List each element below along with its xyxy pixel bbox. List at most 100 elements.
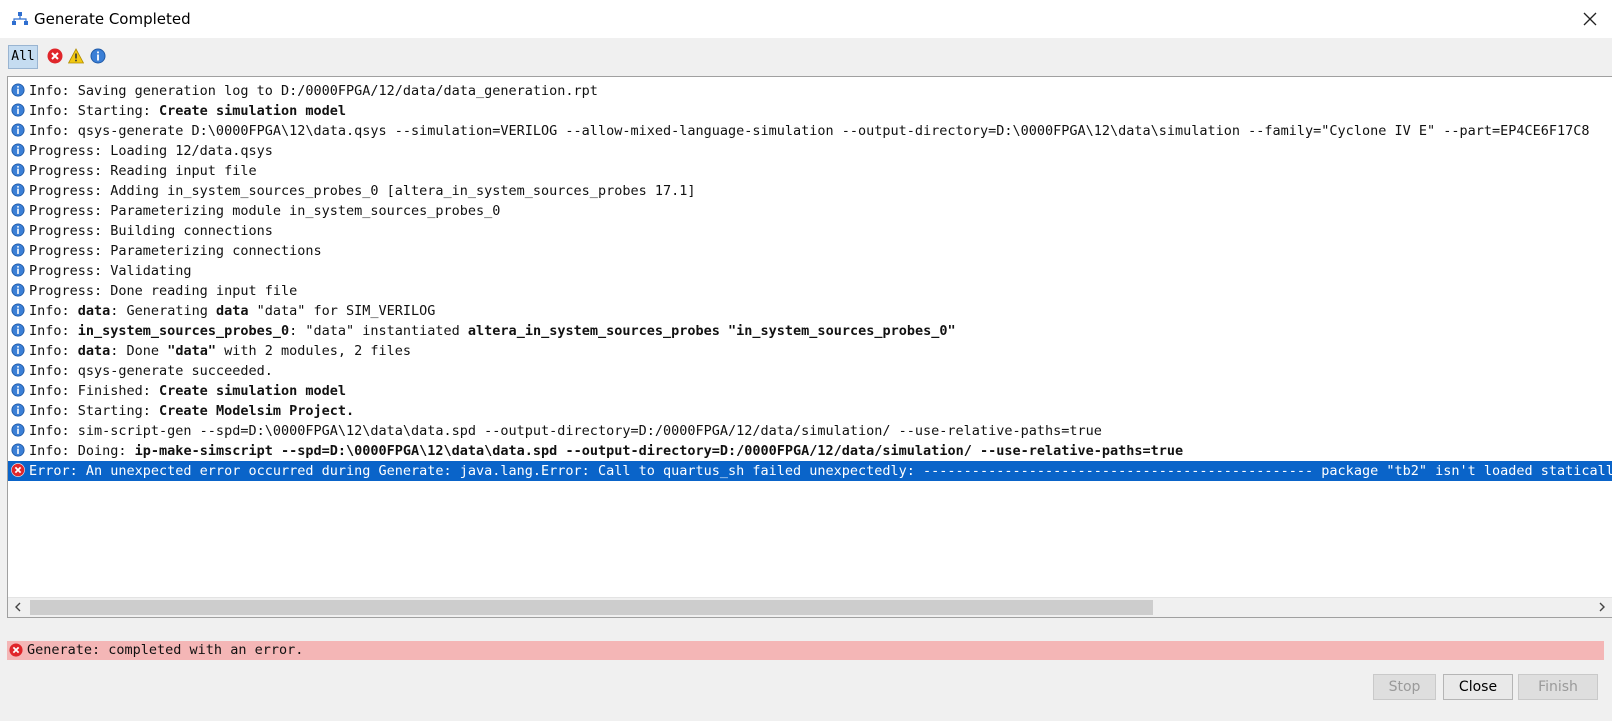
log-text: : "data" instantiated bbox=[289, 323, 468, 339]
info-icon bbox=[11, 303, 25, 317]
log-row[interactable]: Progress: Reading input file bbox=[8, 161, 1612, 181]
log-text: Progress: Reading input file bbox=[29, 163, 257, 179]
log-text: Error: An unexpected error occurred duri… bbox=[29, 463, 1612, 479]
log-row-text: Progress: Done reading input file bbox=[29, 281, 297, 301]
info-icon bbox=[11, 103, 25, 117]
window-title: Generate Completed bbox=[34, 10, 191, 28]
log-text: Progress: Building connections bbox=[29, 223, 273, 239]
log-row-text: Progress: Loading 12/data.qsys bbox=[29, 141, 273, 161]
info-icon bbox=[11, 343, 25, 357]
all-filter-button[interactable]: All bbox=[8, 45, 38, 69]
finish-button[interactable]: Finish bbox=[1518, 674, 1598, 700]
info-icon bbox=[11, 363, 25, 377]
info-icon bbox=[11, 443, 25, 457]
log-row[interactable]: Progress: Building connections bbox=[8, 221, 1612, 241]
log-text: Progress: Parameterizing module in_syste… bbox=[29, 203, 501, 219]
log-row[interactable]: Error: An unexpected error occurred duri… bbox=[8, 461, 1612, 481]
log-text: : Done bbox=[110, 343, 168, 359]
log-text: Progress: Done reading input file bbox=[29, 283, 298, 299]
log-row[interactable]: Progress: Loading 12/data.qsys bbox=[8, 141, 1612, 161]
log-text-bold: data bbox=[77, 343, 111, 359]
log-row-text: Info: data: Done "data" with 2 modules, … bbox=[29, 341, 411, 361]
info-icon bbox=[11, 163, 25, 177]
log-rows: Info: Saving generation log to D:/0000FP… bbox=[8, 81, 1612, 481]
warning-filter-icon[interactable] bbox=[68, 48, 84, 64]
log-row-text: Info: sim-script-gen --spd=D:\0000FPGA\1… bbox=[29, 421, 1102, 441]
log-row-text: Progress: Validating bbox=[29, 261, 192, 281]
log-row-text: Progress: Adding in_system_sources_probe… bbox=[29, 181, 695, 201]
info-icon bbox=[11, 263, 25, 277]
status-text: Generate: completed with an error. bbox=[27, 642, 304, 658]
log-row[interactable]: Info: Starting: Create Modelsim Project. bbox=[8, 401, 1612, 421]
error-icon bbox=[11, 463, 25, 477]
info-icon bbox=[11, 223, 25, 237]
error-icon bbox=[9, 643, 23, 657]
log-row-text: Info: data: Generating data "data" for S… bbox=[29, 301, 435, 321]
log-row[interactable]: Progress: Done reading input file bbox=[8, 281, 1612, 301]
log-row-text: Info: Starting: Create Modelsim Project. bbox=[29, 401, 354, 421]
log-text: Info: Starting: bbox=[29, 403, 160, 419]
hierarchy-icon bbox=[12, 12, 28, 25]
log-text-bold: in_system_sources_probes_0 bbox=[77, 323, 290, 339]
log-text: with 2 modules, 2 files bbox=[215, 343, 412, 359]
log-text: Progress: Loading 12/data.qsys bbox=[29, 143, 273, 159]
log-row[interactable]: Info: Saving generation log to D:/0000FP… bbox=[8, 81, 1612, 101]
log-row[interactable]: Progress: Validating bbox=[8, 261, 1612, 281]
log-row-text: Info: qsys-generate succeeded. bbox=[29, 361, 273, 381]
info-icon bbox=[11, 183, 25, 197]
log-text: Progress: Adding in_system_sources_probe… bbox=[29, 183, 696, 199]
info-icon bbox=[11, 243, 25, 257]
log-text-bold: Create Modelsim Project. bbox=[159, 403, 355, 419]
log-row[interactable]: Info: data: Generating data "data" for S… bbox=[8, 301, 1612, 321]
log-row[interactable]: Info: Finished: Create simulation model bbox=[8, 381, 1612, 401]
close-icon[interactable] bbox=[1580, 9, 1600, 29]
info-filter-icon[interactable] bbox=[90, 48, 106, 64]
stop-button[interactable]: Stop bbox=[1373, 674, 1436, 700]
log-row[interactable]: Info: Starting: Create simulation model bbox=[8, 101, 1612, 121]
log-text: Info: Doing: bbox=[29, 443, 135, 459]
status-bar: Generate: completed with an error. bbox=[7, 641, 1604, 660]
log-row[interactable]: Info: in_system_sources_probes_0: "data"… bbox=[8, 321, 1612, 341]
info-icon bbox=[11, 143, 25, 157]
log-text: Info: bbox=[29, 323, 78, 339]
error-filter-icon[interactable] bbox=[47, 48, 63, 64]
info-icon bbox=[11, 323, 25, 337]
log-text: Info: bbox=[29, 303, 78, 319]
log-row[interactable]: Progress: Parameterizing module in_syste… bbox=[8, 201, 1612, 221]
log-text-bold: ip-make-simscript --spd=D:\0000FPGA\12\d… bbox=[134, 443, 1184, 459]
title-bar: Generate Completed bbox=[0, 0, 1612, 38]
log-row[interactable]: Info: qsys-generate succeeded. bbox=[8, 361, 1612, 381]
log-row-text: Info: Saving generation log to D:/0000FP… bbox=[29, 81, 598, 101]
log-row[interactable]: Progress: Adding in_system_sources_probe… bbox=[8, 181, 1612, 201]
log-text: Info: bbox=[29, 343, 78, 359]
log-text: Info: qsys-generate succeeded. bbox=[29, 363, 273, 379]
scroll-left-icon[interactable] bbox=[12, 601, 24, 613]
close-button[interactable]: Close bbox=[1443, 674, 1513, 700]
log-text: Progress: Validating bbox=[29, 263, 192, 279]
log-text-bold: data bbox=[215, 303, 249, 319]
log-text: : Generating bbox=[110, 303, 216, 319]
log-row-text: Info: in_system_sources_probes_0: "data"… bbox=[29, 321, 956, 341]
message-log[interactable]: Info: Saving generation log to D:/0000FP… bbox=[7, 76, 1612, 618]
log-row[interactable]: Info: data: Done "data" with 2 modules, … bbox=[8, 341, 1612, 361]
log-row-text: Info: Doing: ip-make-simscript --spd=D:\… bbox=[29, 441, 1183, 461]
log-row[interactable]: Info: qsys-generate D:\0000FPGA\12\data.… bbox=[8, 121, 1612, 141]
log-row-text: Info: Starting: Create simulation model bbox=[29, 101, 346, 121]
filter-toolbar: All bbox=[0, 40, 1612, 74]
log-row[interactable]: Progress: Parameterizing connections bbox=[8, 241, 1612, 261]
log-text-bold: "data" bbox=[167, 343, 216, 359]
scroll-right-icon[interactable] bbox=[1596, 601, 1608, 613]
info-icon bbox=[11, 423, 25, 437]
info-icon bbox=[11, 123, 25, 137]
horizontal-scrollbar[interactable] bbox=[8, 597, 1612, 617]
scrollbar-thumb[interactable] bbox=[30, 600, 1153, 615]
log-text: Progress: Parameterizing connections bbox=[29, 243, 322, 259]
generate-completed-dialog: Generate Completed All Info: Saving gene… bbox=[0, 0, 1612, 721]
log-row[interactable]: Info: Doing: ip-make-simscript --spd=D:\… bbox=[8, 441, 1612, 461]
log-row-text: Progress: Parameterizing connections bbox=[29, 241, 322, 261]
log-text: Info: Saving generation log to D:/0000FP… bbox=[29, 83, 598, 99]
info-icon bbox=[11, 283, 25, 297]
log-row[interactable]: Info: sim-script-gen --spd=D:\0000FPGA\1… bbox=[8, 421, 1612, 441]
log-row-text: Info: qsys-generate D:\0000FPGA\12\data.… bbox=[29, 121, 1590, 141]
